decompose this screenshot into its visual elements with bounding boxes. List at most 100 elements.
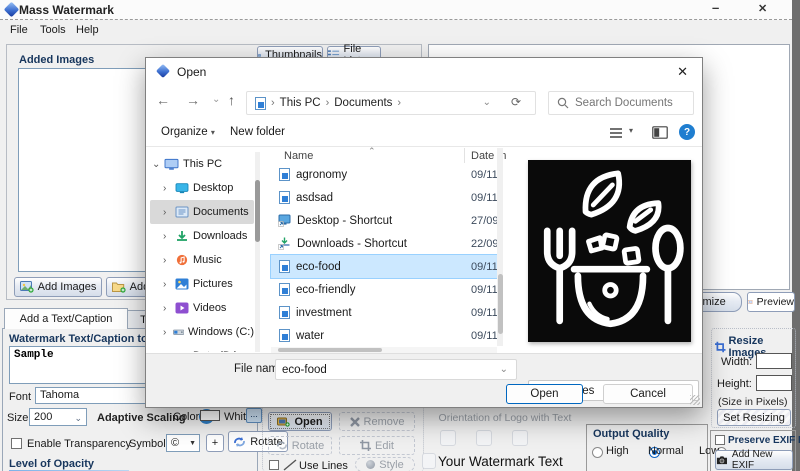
preview-icon bbox=[748, 297, 753, 307]
organize-button[interactable]: Organize ▾ bbox=[161, 126, 215, 138]
preview-pane-icon[interactable] bbox=[652, 126, 668, 139]
height-input[interactable] bbox=[756, 375, 792, 391]
resize-grip[interactable] bbox=[690, 395, 700, 405]
help-icon[interactable]: ? bbox=[679, 124, 695, 140]
add-new-exif-button[interactable]: Add New EXIF bbox=[715, 450, 793, 470]
file-row[interactable]: Downloads - Shortcut 22/09/ bbox=[271, 232, 497, 255]
tree-label: Pictures bbox=[193, 278, 233, 290]
logo-open-label: Open bbox=[294, 416, 322, 428]
view-mode-icon[interactable] bbox=[609, 127, 623, 139]
add-images-button[interactable]: Add Images bbox=[14, 277, 102, 297]
chevron-collapsed-icon[interactable]: › bbox=[163, 207, 175, 218]
line-icon bbox=[283, 459, 297, 471]
location-icon bbox=[255, 97, 266, 110]
preserve-exif-checkbox[interactable] bbox=[715, 435, 725, 445]
chevron-collapsed-icon[interactable]: › bbox=[163, 279, 175, 290]
recent-locations-icon[interactable]: ⌄ bbox=[212, 94, 220, 105]
view-mode-dropdown-icon[interactable]: ▾ bbox=[629, 126, 633, 135]
refresh-icon[interactable]: ⟳ bbox=[511, 95, 521, 109]
tree-item-music[interactable]: › Music bbox=[150, 248, 254, 272]
logo-edit-button[interactable]: Edit bbox=[339, 436, 415, 455]
tree-item-this-pc[interactable]: ⌄ This PC bbox=[150, 152, 254, 176]
tree-item-data-d[interactable]: › Data (D:) bbox=[150, 344, 254, 352]
up-icon[interactable]: ↑ bbox=[228, 92, 235, 108]
dialog-cancel-button[interactable]: Cancel bbox=[603, 384, 693, 404]
preserve-exif-label: Preserve EXIF Info bbox=[728, 435, 800, 446]
dialog-close-button[interactable]: ✕ bbox=[677, 64, 688, 80]
chevron-collapsed-icon[interactable]: › bbox=[163, 231, 175, 242]
orientation-box-top-left[interactable] bbox=[440, 430, 456, 446]
tree-item-downloads[interactable]: › Downloads bbox=[150, 224, 254, 248]
address-dropdown-icon[interactable]: ⌄ bbox=[483, 97, 491, 108]
back-icon[interactable]: ← bbox=[156, 92, 170, 108]
file-row[interactable]: eco-friendly 09/11/ bbox=[271, 278, 497, 301]
tree-item-windows-c[interactable]: › Windows (C:) bbox=[150, 320, 254, 344]
new-folder-button[interactable]: New folder bbox=[230, 126, 285, 138]
breadcrumb-documents[interactable]: Documents bbox=[334, 97, 392, 109]
width-input[interactable] bbox=[756, 353, 792, 369]
list-scrollbar-thumb[interactable] bbox=[498, 274, 503, 334]
file-row-selected[interactable]: eco-food 09/11/ bbox=[271, 255, 497, 278]
menu-tools[interactable]: Tools bbox=[40, 24, 66, 36]
logo-open-button[interactable]: Open bbox=[268, 412, 332, 431]
file-row[interactable]: Desktop - Shortcut 27/09/ bbox=[271, 209, 497, 232]
file-row[interactable]: agronomy 09/11/ bbox=[271, 163, 497, 186]
breadcrumb-this-pc[interactable]: This PC bbox=[280, 97, 321, 109]
minimize-button[interactable]: – bbox=[712, 1, 719, 15]
size-value: 200 bbox=[34, 411, 52, 423]
list-scrollbar-vertical[interactable] bbox=[497, 148, 503, 346]
set-resizing-button[interactable]: Set Resizing bbox=[717, 409, 791, 426]
dialog-titlebar: Open ✕ bbox=[146, 58, 702, 86]
symbols-select[interactable]: © ▼ bbox=[166, 434, 200, 452]
orientation-box-top-center[interactable] bbox=[476, 430, 492, 446]
add-symbol-button[interactable]: + bbox=[206, 434, 224, 452]
file-name-combobox[interactable]: eco-food ⌄ bbox=[275, 359, 517, 380]
size-select[interactable]: 200 ⌄ bbox=[29, 408, 87, 426]
chevron-collapsed-icon[interactable]: › bbox=[163, 303, 175, 314]
chevron-expanded-icon[interactable]: ⌄ bbox=[152, 159, 164, 170]
menu-file[interactable]: File bbox=[10, 24, 28, 36]
breadcrumb-separator-icon: › bbox=[266, 97, 280, 109]
file-row[interactable]: asdsad 09/11/ bbox=[271, 186, 497, 209]
chevron-collapsed-icon[interactable]: › bbox=[163, 327, 173, 338]
name-column-header[interactable]: Name bbox=[284, 150, 313, 162]
tree-item-desktop[interactable]: › Desktop bbox=[150, 176, 254, 200]
quality-high-radio[interactable] bbox=[592, 447, 603, 458]
color-picker-button[interactable]: ... bbox=[246, 408, 262, 423]
logo-remove-button[interactable]: Remove bbox=[339, 412, 415, 431]
menu-help[interactable]: Help bbox=[76, 24, 99, 36]
forward-icon[interactable]: → bbox=[186, 92, 200, 108]
image-file-icon bbox=[279, 306, 290, 319]
search-input[interactable] bbox=[575, 97, 685, 109]
address-bar[interactable]: › This PC › Documents › ⌄ ⟳ bbox=[246, 91, 536, 115]
tab-add-text-caption[interactable]: Add a Text/Caption bbox=[4, 308, 128, 329]
file-row[interactable]: investment 09/11/ bbox=[271, 301, 497, 324]
hscrollbar-thumb[interactable] bbox=[278, 348, 382, 352]
rotate-icon bbox=[233, 436, 246, 448]
tree-item-pictures[interactable]: › Pictures bbox=[150, 272, 254, 296]
enable-transparency-checkbox[interactable] bbox=[11, 438, 22, 449]
column-divider[interactable] bbox=[464, 148, 465, 163]
preview-button[interactable]: Preview bbox=[747, 292, 795, 312]
file-name: water bbox=[296, 330, 324, 342]
tree-item-documents[interactable]: › Documents bbox=[150, 200, 254, 224]
chevron-collapsed-icon[interactable]: › bbox=[163, 183, 175, 194]
tree-item-videos[interactable]: › Videos bbox=[150, 296, 254, 320]
file-row[interactable]: water 09/11/ bbox=[271, 324, 497, 347]
chevron-collapsed-icon[interactable]: › bbox=[163, 255, 175, 266]
close-button[interactable]: ✕ bbox=[758, 2, 767, 16]
use-lines-checkbox[interactable] bbox=[269, 460, 279, 470]
color-swatch bbox=[200, 410, 220, 421]
folder-tree: ⌄ This PC › Desktop › Documents › Downlo… bbox=[150, 152, 254, 352]
search-box[interactable] bbox=[548, 91, 694, 115]
style-button[interactable]: Style bbox=[355, 457, 415, 471]
dialog-open-button[interactable]: Open bbox=[506, 384, 583, 404]
tree-scrollbar[interactable] bbox=[255, 152, 260, 352]
orientation-box-top-right[interactable] bbox=[512, 430, 528, 446]
tree-label: Data (D:) bbox=[193, 350, 238, 352]
chevron-collapsed-icon[interactable]: › bbox=[163, 351, 175, 353]
tree-scrollbar-thumb[interactable] bbox=[255, 180, 260, 242]
orientation-box-left[interactable] bbox=[422, 453, 436, 469]
search-icon bbox=[557, 97, 569, 109]
logo-rotate-button[interactable]: Rotate bbox=[268, 436, 332, 455]
